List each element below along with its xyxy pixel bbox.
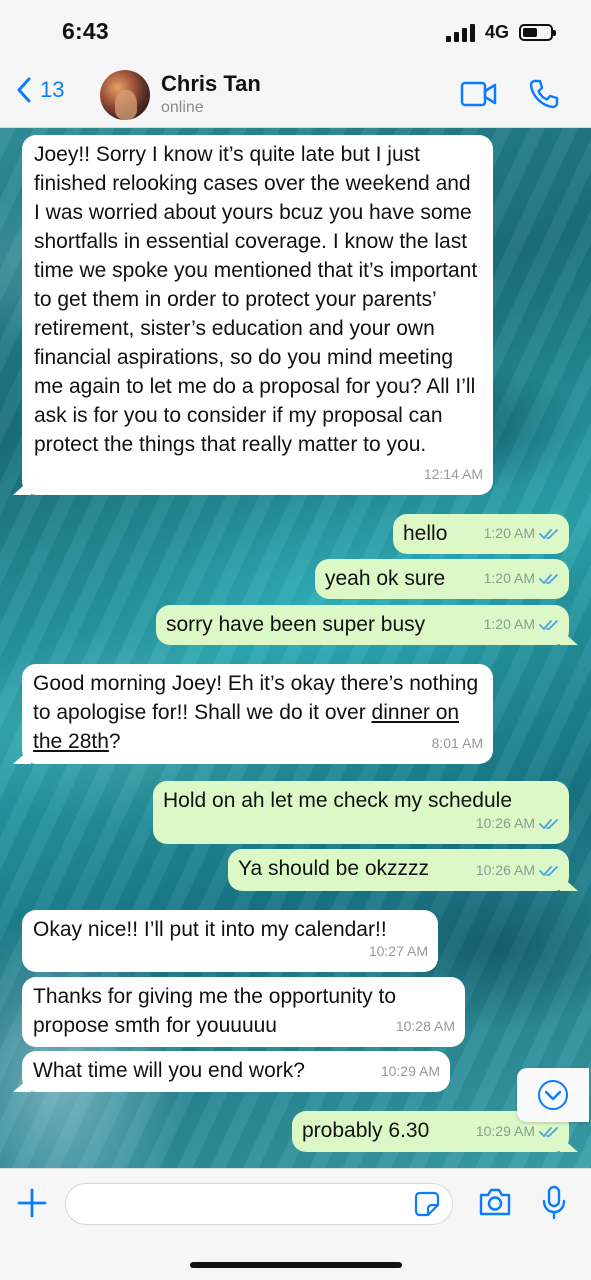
video-call-button[interactable] [460,80,498,113]
battery-icon [519,24,556,41]
avatar[interactable] [100,70,150,120]
voice-call-button[interactable] [528,78,560,115]
read-receipt-icon [539,865,558,876]
message-text: yeah ok sure [325,567,446,590]
network-type: 4G [484,22,509,42]
read-receipt-icon [539,573,558,584]
status-indicators: 4G [445,22,556,43]
message-text: Thanks for giving me the opportunity to … [33,985,397,1037]
message-incoming[interactable]: Good morning Joey! Eh it’s okay there’s … [22,664,493,764]
contact-name[interactable]: Chris Tan [161,71,261,97]
sticker-button[interactable] [414,1191,440,1222]
read-receipt-icon [539,818,558,829]
message-outgoing[interactable]: sorry have been super busy 1:20 AM [156,605,569,645]
message-text: sorry have been super busy [166,613,426,636]
read-receipt-icon [539,1126,558,1137]
message-incoming[interactable]: Thanks for giving me the opportunity to … [22,977,465,1047]
message-time: 8:01 AM [431,735,483,751]
back-button[interactable]: 13 [16,76,64,104]
message-incoming[interactable]: What time will you end work? 10:29 AM [22,1051,450,1092]
message-text: What time will you end work? [33,1059,305,1082]
camera-button[interactable] [478,1187,512,1222]
message-time: 10:27 AM [368,943,428,959]
message-text: Good morning Joey! Eh it’s okay there’s … [33,672,479,753]
contact-status: online [161,99,204,116]
microphone-icon [542,1185,566,1220]
plus-icon [17,1188,47,1218]
voice-note-button[interactable] [540,1185,568,1226]
phone-icon [529,79,559,109]
message-time: 10:29 AM [380,1063,440,1079]
signal-strength-icon [445,23,475,42]
status-time: 6:43 [62,18,109,44]
message-time: 10:28 AM [395,1018,455,1034]
read-receipt-icon [539,528,558,539]
message-incoming[interactable]: Joey!! Sorry I know it’s quite late but … [22,135,493,495]
message-time: 10:26 AM [476,856,559,885]
message-text: probably 6.30 [302,1119,430,1142]
message-text: Joey!! Sorry I know it’s quite late but … [34,143,478,456]
status-bar: 6:43 4G [0,0,591,62]
message-time: 1:20 AM [484,519,559,548]
sticker-icon [414,1191,440,1217]
home-indicator[interactable] [190,1262,402,1268]
message-time: 1:20 AM [484,564,559,593]
message-time: 1:20 AM [484,610,559,639]
battery-level [523,28,538,37]
message-outgoing[interactable]: Hold on ah let me check my schedule 10:2… [153,781,569,844]
message-input[interactable] [65,1183,453,1225]
chevron-down-icon [538,1080,568,1110]
video-call-icon [460,81,497,107]
chat-messages[interactable]: Joey!! Sorry I know it’s quite late but … [0,128,591,1168]
message-text: Ya should be okzzzz [238,857,430,880]
camera-icon [479,1188,511,1216]
chat-header: 13 Chris Tan online [0,62,591,128]
message-outgoing[interactable]: hello 1:20 AM [393,514,569,554]
read-receipt-icon [539,619,558,630]
message-text: hello [403,522,448,545]
message-time: 12:14 AM [423,466,483,482]
message-outgoing[interactable]: yeah ok sure 1:20 AM [315,559,569,599]
unread-count: 13 [40,77,65,102]
message-incoming[interactable]: Okay nice!! I’ll put it into my calendar… [22,910,438,972]
message-outgoing[interactable]: Ya should be okzzzz 10:26 AM [228,849,569,891]
message-time: 10:26 AM [476,809,559,838]
scroll-to-bottom-button[interactable] [517,1068,589,1122]
back-chevron-icon [17,77,31,103]
attach-button[interactable] [16,1187,48,1224]
